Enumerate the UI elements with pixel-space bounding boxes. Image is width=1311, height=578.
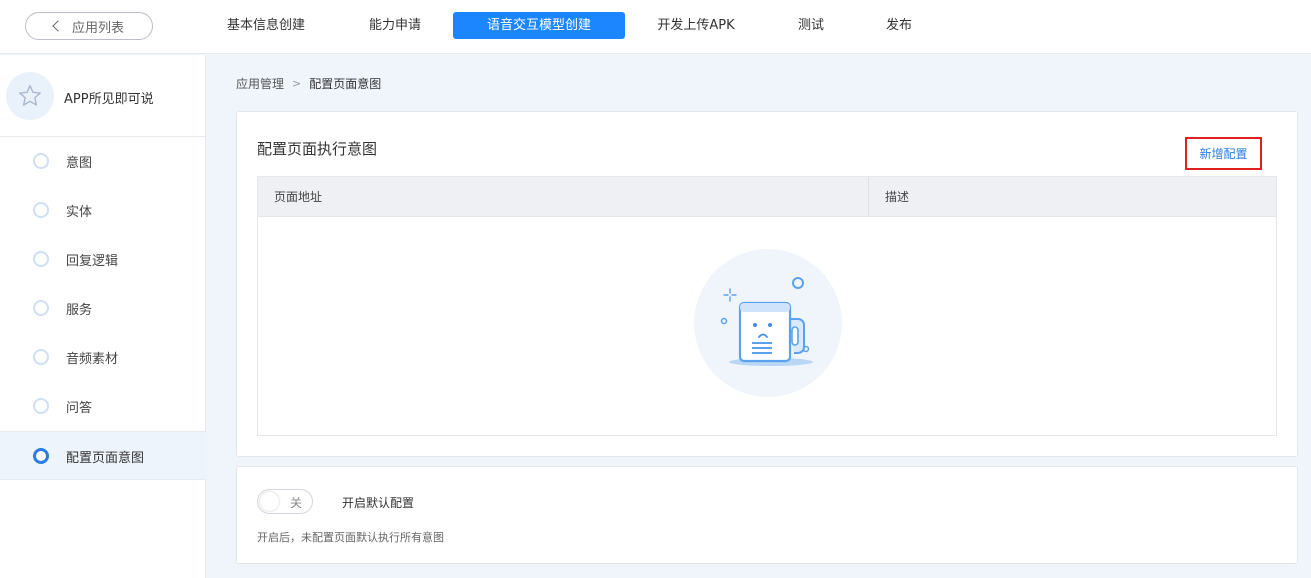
column-divider [868, 177, 869, 217]
sidebar-item-label: 音频素材 [66, 351, 119, 367]
sidebar-item-label: 配置页面意图 [66, 450, 145, 466]
step-upload-apk[interactable]: 开发上传APK [643, 12, 749, 39]
default-config-card: 关 开启默认配置 开启后，未配置页面默认执行所有意图 [236, 466, 1298, 564]
circle-icon [33, 448, 49, 464]
step-basic-info[interactable]: 基本信息创建 [212, 12, 320, 39]
card-title: 配置页面执行意图 [257, 140, 378, 158]
sidebar-item-intent[interactable]: 意图 [0, 137, 206, 185]
app-header: APP所见即可说 [0, 55, 206, 137]
step-capability-apply[interactable]: 能力申请 [350, 12, 440, 39]
chevron-left-icon [52, 20, 64, 32]
sidebar-item-label: 服务 [66, 302, 93, 318]
toggle-knob [260, 492, 279, 511]
column-header-description: 描述 [885, 190, 910, 204]
default-config-hint: 开启后，未配置页面默认执行所有意图 [257, 531, 444, 544]
empty-state-icon [692, 247, 844, 399]
sidebar-item-entity[interactable]: 实体 [0, 186, 206, 234]
app-star-icon [6, 72, 54, 120]
breadcrumb-separator: > [292, 77, 302, 90]
top-navigation-bar: 应用列表 基本信息创建 能力申请 语音交互模型创建 开发上传APK 测试 发布 [0, 0, 1311, 54]
sidebar-item-label: 回复逻辑 [66, 253, 119, 269]
sidebar: APP所见即可说 意图 实体 回复逻辑 服务 音频素材 问答 配置页面意图 [0, 55, 206, 578]
toggle-label: 开启默认配置 [342, 496, 415, 510]
step-publish[interactable]: 发布 [874, 12, 924, 39]
add-config-button[interactable]: 新增配置 [1185, 137, 1262, 170]
sidebar-item-service[interactable]: 服务 [0, 284, 206, 332]
sidebar-item-page-intent[interactable]: 配置页面意图 [0, 432, 206, 480]
sidebar-item-label: 实体 [66, 204, 93, 220]
sidebar-item-audio-material[interactable]: 音频素材 [0, 333, 206, 381]
breadcrumb-current: 配置页面意图 [309, 77, 382, 91]
circle-icon [33, 251, 49, 267]
back-button-label: 应用列表 [71, 20, 124, 36]
sidebar-item-qa[interactable]: 问答 [0, 382, 206, 430]
default-config-toggle[interactable]: 关 [257, 489, 313, 514]
breadcrumb: 应用管理 > 配置页面意图 [236, 75, 381, 92]
sidebar-item-label: 意图 [66, 155, 93, 171]
sidebar-item-label: 问答 [66, 400, 93, 416]
app-name: APP所见即可说 [64, 92, 154, 107]
sidebar-divider [0, 479, 206, 480]
circle-icon [33, 349, 49, 365]
intent-table: 页面地址 描述 [257, 176, 1277, 436]
toggle-state-label: 关 [290, 496, 303, 510]
circle-icon [33, 300, 49, 316]
circle-icon [33, 398, 49, 414]
step-voice-model-create[interactable]: 语音交互模型创建 [453, 12, 625, 39]
sidebar-item-reply-logic[interactable]: 回复逻辑 [0, 235, 206, 283]
circle-icon [33, 202, 49, 218]
circle-icon [33, 153, 49, 169]
breadcrumb-app-management[interactable]: 应用管理 [236, 75, 284, 92]
back-to-app-list-button[interactable]: 应用列表 [25, 12, 153, 40]
page-intent-card: 配置页面执行意图 新增配置 页面地址 描述 [236, 111, 1298, 457]
column-header-page-url: 页面地址 [274, 190, 323, 204]
step-test[interactable]: 测试 [786, 12, 836, 39]
table-header: 页面地址 描述 [258, 177, 1276, 217]
